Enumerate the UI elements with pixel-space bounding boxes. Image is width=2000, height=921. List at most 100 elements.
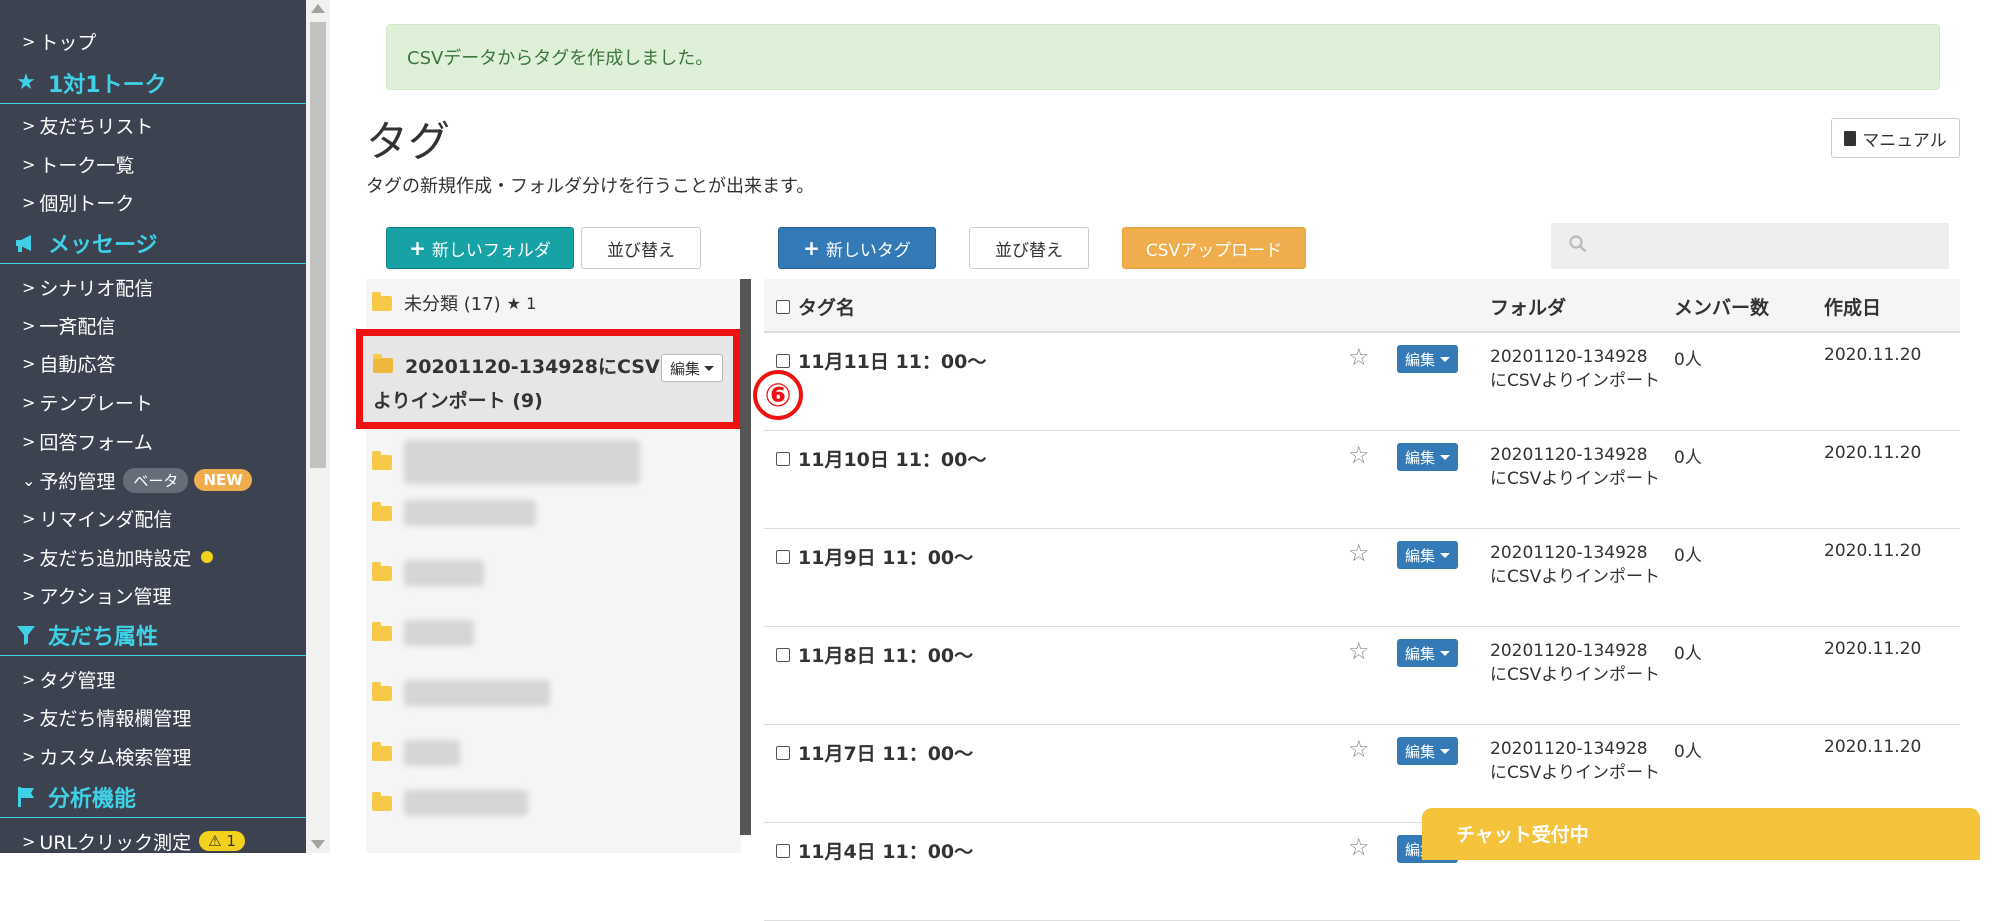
tag-edit-dropdown[interactable]: 編集 [1397, 639, 1459, 667]
sidebar-item-tag-management[interactable]: > タグ管理 [22, 660, 115, 698]
filter-icon [12, 624, 40, 646]
chevron-right-icon: > [22, 707, 36, 727]
sidebar-item-custom-search[interactable]: > カスタム検索管理 [22, 737, 191, 775]
folder-blurred[interactable] [372, 620, 474, 646]
header-folder: フォルダ [1490, 297, 1567, 319]
sidebar-scrollbar[interactable] [306, 0, 330, 853]
sidebar-item-talk-list[interactable]: > トーク一覧 [22, 145, 134, 183]
folder-blurred[interactable] [372, 740, 460, 766]
star-icon[interactable]: ☆ [1348, 441, 1370, 469]
sidebar-item-friends-list[interactable]: > 友だちリスト [22, 106, 153, 144]
folder-blurred[interactable] [372, 500, 536, 526]
chevron-right-icon: > [22, 31, 36, 51]
scrollbar-thumb[interactable] [310, 22, 326, 468]
search-input[interactable] [1551, 223, 1949, 269]
star-icon[interactable]: ☆ [1348, 539, 1370, 567]
sidebar-item-label: 一斉配信 [39, 315, 116, 338]
warning-badge: ⚠ 1 [199, 831, 245, 851]
folder-star-count: ★ 1 [506, 293, 537, 313]
plus-icon: + [803, 236, 820, 260]
folder-panel-divider[interactable] [740, 279, 751, 835]
folder-label: 未分類 (17) [404, 294, 501, 315]
tag-name-cell: 11月8日 11：00〜 [776, 641, 973, 668]
sidebar-item-reservation[interactable]: ⌄ 予約管理 ベータ NEW [22, 461, 252, 499]
search-icon [1569, 235, 1587, 253]
sidebar-item-broadcast[interactable]: > 一斉配信 [22, 306, 115, 344]
selected-folder-highlight[interactable]: 20201120-134928にCSV よりインポート (9) 編集 [356, 329, 740, 429]
sidebar-section-friend-attributes: 友だち属性 [0, 614, 306, 656]
tag-name: 11月7日 11：00〜 [798, 743, 974, 765]
row-checkbox[interactable] [776, 549, 790, 564]
sidebar-item-label: 友だち情報欄管理 [39, 707, 192, 730]
tag-created: 2020.11.20 [1824, 443, 1922, 463]
row-checkbox[interactable] [776, 745, 790, 760]
sort-tags-button[interactable]: 並び替え [969, 227, 1089, 269]
folder-edit-dropdown[interactable]: 編集 [660, 354, 723, 382]
tag-edit-dropdown[interactable]: 編集 [1397, 541, 1459, 569]
tag-name-cell: 11月9日 11：00〜 [776, 543, 973, 570]
header-name[interactable]: タグ名 [776, 293, 855, 320]
tag-edit-dropdown[interactable]: 編集 [1397, 737, 1459, 765]
caret-down-icon [704, 365, 714, 371]
sidebar-section-talk: ★ 1対1トーク [0, 62, 306, 104]
scroll-down-icon[interactable] [311, 840, 325, 849]
folder-blurred[interactable] [372, 560, 484, 586]
row-checkbox[interactable] [776, 353, 790, 368]
tag-name-cell: 11月11日 11：00〜 [776, 347, 986, 374]
tag-edit-dropdown[interactable]: 編集 [1397, 443, 1459, 471]
sidebar-item-action[interactable]: > アクション管理 [22, 576, 171, 614]
sidebar-item-auto-reply[interactable]: > 自動応答 [22, 344, 115, 382]
header-name-label: タグ名 [798, 297, 856, 319]
row-checkbox[interactable] [776, 451, 790, 466]
star-icon[interactable]: ☆ [1348, 833, 1370, 861]
folder-blurred[interactable] [372, 440, 640, 484]
folder-icon [372, 791, 392, 811]
sidebar-item-top[interactable]: > トップ [22, 22, 96, 60]
chevron-right-icon: > [22, 353, 36, 373]
sidebar-section-label: 友だち属性 [48, 624, 159, 650]
row-checkbox[interactable] [776, 843, 790, 858]
chat-widget[interactable]: チャット受付中 [1422, 808, 1980, 860]
sidebar-item-label: カスタム検索管理 [39, 746, 192, 769]
beta-badge: ベータ [123, 467, 189, 493]
folder-uncategorized[interactable]: 未分類 (17) ★ 1 [372, 290, 536, 316]
manual-button[interactable]: マニュアル [1831, 118, 1960, 158]
sidebar-item-url-click[interactable]: > URLクリック測定 ⚠ 1 [22, 822, 245, 853]
folder-icon [372, 681, 392, 701]
row-checkbox[interactable] [776, 647, 790, 662]
sidebar-item-friend-add-settings[interactable]: > 友だち追加時設定 [22, 538, 214, 576]
megaphone-icon [12, 233, 40, 253]
folder-blurred[interactable] [372, 680, 550, 706]
sidebar: > トップ ★ 1対1トーク > 友だちリスト > トーク一覧 > 個別トーク メッセージ… [0, 0, 306, 853]
warning-icon: ⚠ [208, 832, 222, 850]
sidebar-item-label: タグ管理 [39, 669, 116, 692]
header-members: メンバー数 [1674, 297, 1770, 319]
select-all-checkbox[interactable] [776, 299, 790, 314]
sidebar-item-individual-talk[interactable]: > 個別トーク [22, 183, 134, 221]
folder-icon [372, 621, 392, 641]
edit-label: 編集 [1405, 644, 1436, 663]
sort-folders-button[interactable]: 並び替え [581, 227, 701, 269]
star-icon[interactable]: ☆ [1348, 735, 1370, 763]
sidebar-item-friend-info-fields[interactable]: > 友だち情報欄管理 [22, 698, 191, 736]
sidebar-item-template[interactable]: > テンプレート [22, 383, 153, 421]
folder-icon [372, 561, 392, 581]
new-folder-button[interactable]: + 新しいフォルダ [386, 227, 574, 269]
csv-upload-button[interactable]: CSVアップロード [1122, 227, 1306, 269]
chevron-right-icon: > [22, 392, 36, 412]
selected-folder-label: 20201120-134928にCSV [405, 356, 660, 378]
new-tag-button[interactable]: + 新しいタグ [778, 227, 936, 269]
open-folder-icon [373, 354, 393, 373]
sidebar-item-scenario[interactable]: > シナリオ配信 [22, 268, 153, 306]
scroll-up-icon[interactable] [311, 4, 325, 13]
star-icon[interactable]: ☆ [1348, 343, 1370, 371]
star-icon[interactable]: ☆ [1348, 637, 1370, 665]
tag-edit-dropdown[interactable]: 編集 [1397, 345, 1459, 373]
folder-blurred[interactable] [372, 790, 528, 816]
sidebar-item-reminder[interactable]: > リマインダ配信 [22, 499, 172, 537]
chevron-right-icon: > [22, 508, 36, 528]
sidebar-item-answer-form[interactable]: > 回答フォーム [22, 422, 153, 460]
caret-down-icon [1440, 356, 1451, 362]
folder-edit-label: 編集 [669, 359, 700, 378]
blurred-folder-name [404, 620, 474, 646]
